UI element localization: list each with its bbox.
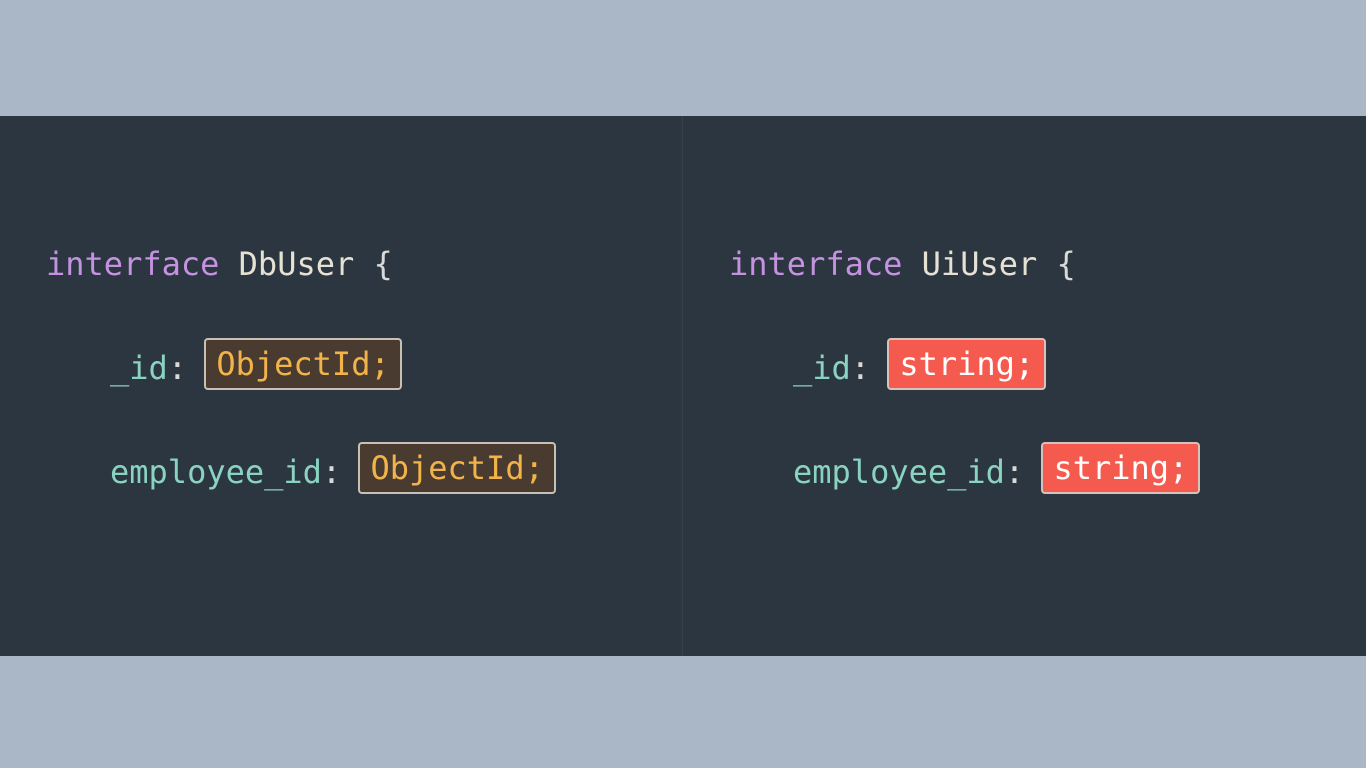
right-field-id: _id: string;	[729, 342, 1198, 394]
right-code: interface UiUser { _id: string; employee…	[729, 186, 1198, 656]
prop-name: _id	[793, 349, 851, 387]
right-field-employee-id: employee_id: string;	[729, 446, 1198, 498]
prop-name: employee_id	[793, 453, 1005, 491]
prop-name: employee_id	[110, 453, 322, 491]
type-chip-objectid: ObjectId;	[360, 444, 553, 492]
right-pane: interface UiUser { _id: string; employee…	[683, 116, 1366, 656]
right-typename: UiUser	[922, 245, 1038, 283]
type-chip-objectid: ObjectId;	[206, 340, 399, 388]
left-decl-line: interface DbUser {	[46, 238, 554, 290]
blank-line	[46, 550, 554, 602]
left-code: interface DbUser { _id: ObjectId; employ…	[46, 186, 554, 656]
left-field-name: name: string;	[46, 654, 554, 656]
right-field-name: name: string;	[729, 654, 1198, 656]
prop-name: _id	[110, 349, 168, 387]
keyword: interface	[46, 245, 219, 283]
right-decl-line: interface UiUser {	[729, 238, 1198, 290]
left-field-employee-id: employee_id: ObjectId;	[46, 446, 554, 498]
blank-line	[729, 550, 1198, 602]
keyword: interface	[729, 245, 902, 283]
type-chip-string: string;	[1043, 444, 1198, 492]
brace-open: {	[374, 245, 393, 283]
left-field-id: _id: ObjectId;	[46, 342, 554, 394]
left-typename: DbUser	[239, 245, 355, 283]
brace-open: {	[1057, 245, 1076, 283]
type-chip-string: string;	[889, 340, 1044, 388]
code-comparison: interface DbUser { _id: ObjectId; employ…	[0, 116, 1366, 656]
left-pane: interface DbUser { _id: ObjectId; employ…	[0, 116, 683, 656]
